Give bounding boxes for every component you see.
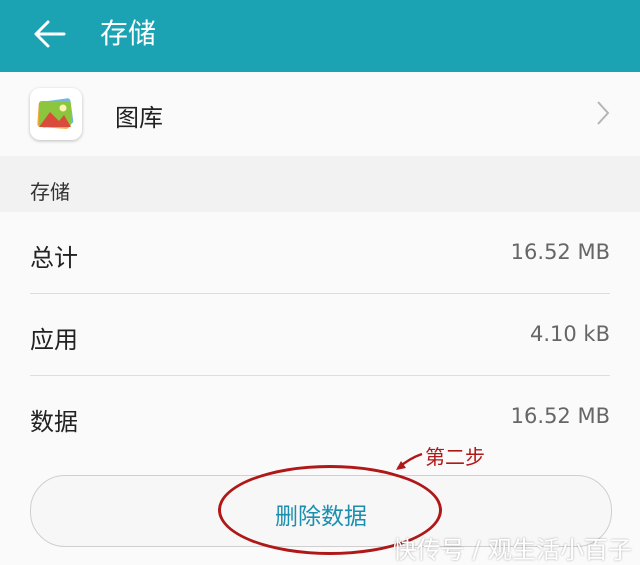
row-label: 数据 [30, 408, 78, 436]
list-item-data: 数据 16.52 MB [0, 376, 640, 458]
section-title: 存储 [30, 180, 70, 204]
row-value: 4.10 kB [529, 322, 610, 346]
row-label: 总计 [30, 244, 78, 272]
app-name: 图库 [115, 104, 163, 132]
list-item-total: 总计 16.52 MB [0, 212, 640, 294]
watermark: 快传号 / 观生活小百子 [392, 536, 632, 564]
annotation-arrow-icon [396, 452, 423, 470]
row-value: 16.52 MB [510, 240, 610, 264]
top-app-bar: 存储 [0, 0, 640, 72]
row-value: 16.52 MB [510, 404, 610, 428]
row-label: 应用 [30, 326, 78, 354]
gallery-app-icon [30, 88, 82, 140]
chevron-right-icon [597, 101, 610, 125]
arrow-left-icon[interactable] [30, 14, 70, 54]
app-info-row[interactable]: 图库 [0, 72, 640, 156]
annotation-step-label: 第二步 [425, 445, 485, 469]
list-item-app: 应用 4.10 kB [0, 294, 640, 376]
page-title: 存储 [100, 17, 157, 50]
storage-section-header: 存储 [0, 156, 640, 212]
